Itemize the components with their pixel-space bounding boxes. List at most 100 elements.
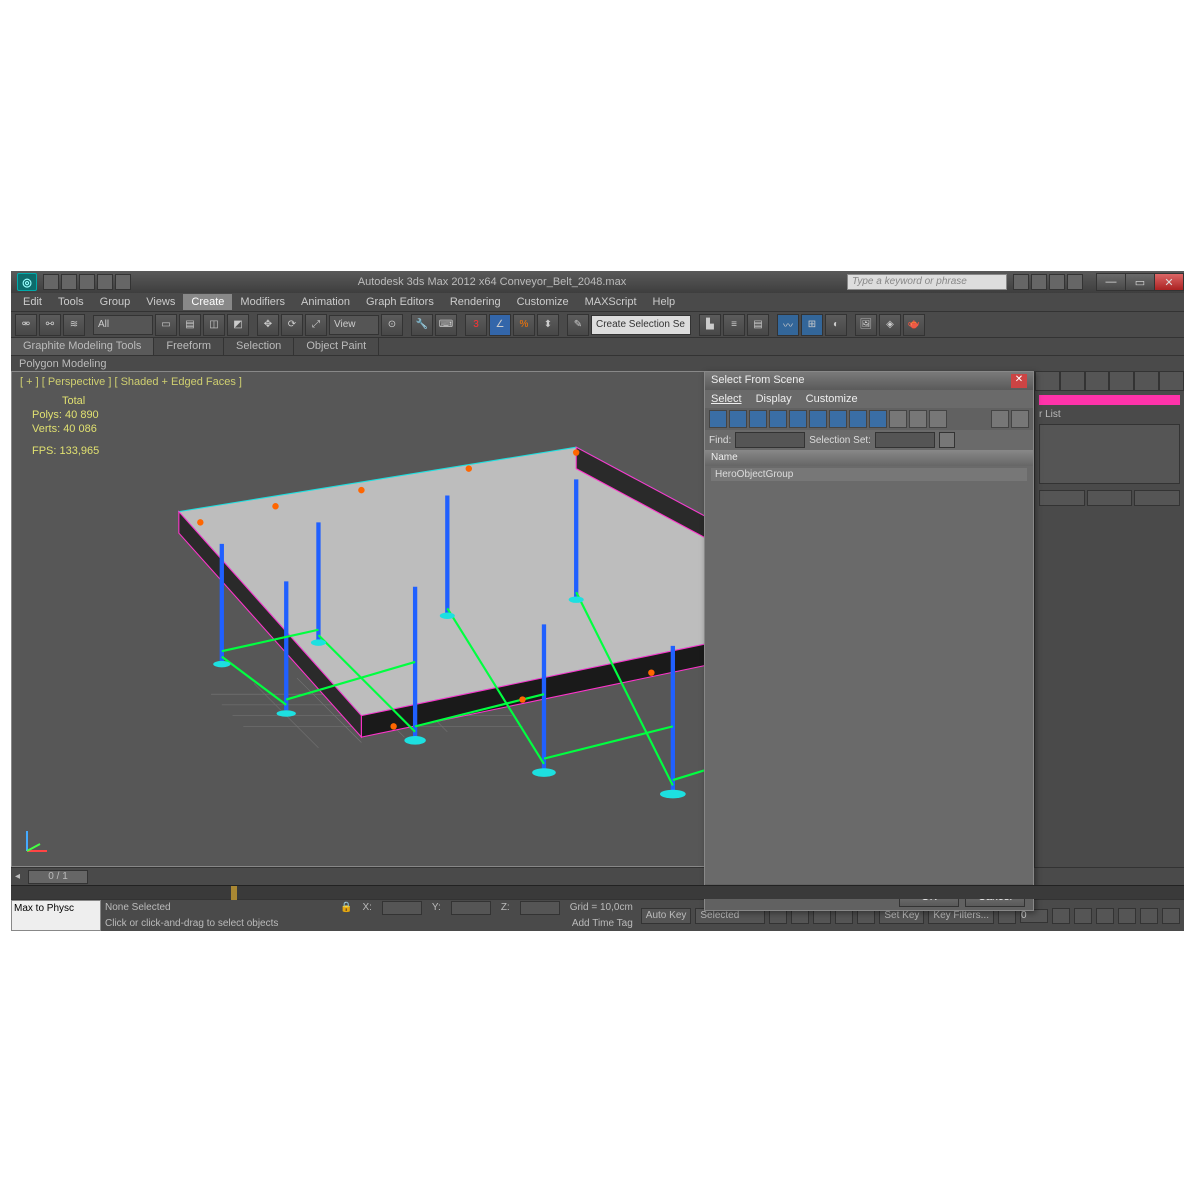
zoom-icon[interactable]	[1096, 908, 1114, 924]
filter-bones-icon[interactable]	[869, 410, 887, 428]
help-icon[interactable]	[1067, 274, 1083, 290]
add-time-tag[interactable]: Add Time Tag	[572, 918, 633, 929]
filter-spacewarps-icon[interactable]	[809, 410, 827, 428]
menu-customize[interactable]: Customize	[509, 294, 577, 310]
hierarchy-tab-icon[interactable]	[1085, 371, 1110, 391]
panel-btn-3[interactable]	[1134, 490, 1180, 506]
coord-x-input[interactable]	[382, 901, 422, 915]
view-list-icon[interactable]	[991, 410, 1009, 428]
snap-3d-icon[interactable]: 3	[465, 314, 487, 336]
curve-editor-icon[interactable]: 〰	[777, 314, 799, 336]
modify-tab-icon[interactable]	[1060, 371, 1085, 391]
align-icon[interactable]: ≡	[723, 314, 745, 336]
menu-modifiers[interactable]: Modifiers	[232, 294, 293, 310]
maximize-button[interactable]: ▭	[1125, 273, 1155, 291]
coord-y-input[interactable]	[451, 901, 491, 915]
track-bar[interactable]	[11, 885, 1184, 899]
render-production-icon[interactable]: 🫖	[903, 314, 925, 336]
close-button[interactable]: ✕	[1154, 273, 1184, 291]
ref-coord-dropdown[interactable]: View	[329, 315, 379, 335]
save-icon[interactable]	[79, 274, 95, 290]
undo-icon[interactable]	[97, 274, 113, 290]
select-link-icon[interactable]: ⚮	[15, 314, 37, 336]
autokey-button[interactable]: Auto Key	[641, 908, 692, 924]
panel-btn-1[interactable]	[1039, 490, 1085, 506]
menu-animation[interactable]: Animation	[293, 294, 358, 310]
percent-snap-icon[interactable]: %	[513, 314, 535, 336]
selection-set-input[interactable]	[875, 432, 935, 448]
window-crossing-icon[interactable]: ◩	[227, 314, 249, 336]
find-input[interactable]	[735, 432, 805, 448]
menu-group[interactable]: Group	[92, 294, 139, 310]
move-icon[interactable]: ✥	[257, 314, 279, 336]
schematic-view-icon[interactable]: ⊞	[801, 314, 823, 336]
keyboard-shortcut-icon[interactable]: ⌨	[435, 314, 457, 336]
new-icon[interactable]	[43, 274, 59, 290]
list-item-label[interactable]: HeroObjectGroup	[715, 469, 793, 480]
selset-btn-icon[interactable]	[939, 432, 955, 448]
time-config-icon[interactable]	[1052, 908, 1070, 924]
star-icon[interactable]	[1031, 274, 1047, 290]
menu-create[interactable]: Create	[183, 294, 232, 310]
select-object-icon[interactable]: ▭	[155, 314, 177, 336]
menu-views[interactable]: Views	[138, 294, 183, 310]
menu-tools[interactable]: Tools	[50, 294, 92, 310]
pivot-icon[interactable]: ⊙	[381, 314, 403, 336]
orbit-icon[interactable]	[1140, 908, 1158, 924]
dialog-close-icon[interactable]: ✕	[1011, 374, 1027, 388]
menu-maxscript[interactable]: MAXScript	[577, 294, 645, 310]
panel-btn-2[interactable]	[1087, 490, 1133, 506]
dialog-menu-display[interactable]: Display	[756, 393, 792, 405]
filter-invert-icon[interactable]	[929, 410, 947, 428]
utilities-tab-icon[interactable]	[1159, 371, 1184, 391]
dialog-column-header[interactable]: Name	[705, 450, 1033, 466]
ribbon-tab-graphite[interactable]: Graphite Modeling Tools	[11, 338, 154, 355]
material-editor-icon[interactable]: ◐	[825, 314, 847, 336]
menu-grapheditors[interactable]: Graph Editors	[358, 294, 442, 310]
filter-geometry-icon[interactable]	[709, 410, 727, 428]
unlink-icon[interactable]: ⚯	[39, 314, 61, 336]
maxscript-listener[interactable]: Max to Physc	[11, 900, 101, 931]
spinner-snap-icon[interactable]: ⬍	[537, 314, 559, 336]
app-logo-icon[interactable]: ◎	[17, 273, 37, 291]
filter-shapes-icon[interactable]	[729, 410, 747, 428]
layer-list[interactable]	[1039, 424, 1180, 484]
create-tab-icon[interactable]	[1035, 371, 1060, 391]
scale-icon[interactable]: ⤢	[305, 314, 327, 336]
named-selection-dropdown[interactable]: Create Selection Se	[591, 315, 691, 335]
view-tree-icon[interactable]	[1011, 410, 1029, 428]
dialog-object-list[interactable]: HeroObjectGroup	[705, 466, 1033, 884]
binoculars-icon[interactable]	[1013, 274, 1029, 290]
filter-all-icon[interactable]	[889, 410, 907, 428]
bind-spacewarp-icon[interactable]: ≋	[63, 314, 85, 336]
edit-named-sel-icon[interactable]: ✎	[567, 314, 589, 336]
maximize-viewport-icon[interactable]	[1162, 908, 1180, 924]
menu-edit[interactable]: Edit	[15, 294, 50, 310]
filter-helpers-icon[interactable]	[789, 410, 807, 428]
timeline-key-marker[interactable]	[231, 886, 237, 900]
ribbon-tab-freeform[interactable]: Freeform	[154, 338, 224, 355]
ribbon-tab-objectpaint[interactable]: Object Paint	[294, 338, 379, 355]
zoom-extents-icon[interactable]	[1074, 908, 1092, 924]
open-icon[interactable]	[61, 274, 77, 290]
selection-filter-dropdown[interactable]: All	[93, 315, 153, 335]
ribbon-tab-selection[interactable]: Selection	[224, 338, 294, 355]
help-search-input[interactable]: Type a keyword or phrase	[847, 274, 1007, 290]
angle-snap-icon[interactable]: ∠	[489, 314, 511, 336]
select-manipulate-icon[interactable]: 🔧	[411, 314, 433, 336]
redo-icon[interactable]	[115, 274, 131, 290]
signin-icon[interactable]	[1049, 274, 1065, 290]
select-region-icon[interactable]: ◫	[203, 314, 225, 336]
rotate-icon[interactable]: ⟳	[281, 314, 303, 336]
filter-none-icon[interactable]	[909, 410, 927, 428]
filter-groups-icon[interactable]	[829, 410, 847, 428]
filter-cameras-icon[interactable]	[769, 410, 787, 428]
layer-manager-icon[interactable]: ▤	[747, 314, 769, 336]
coord-z-input[interactable]	[520, 901, 560, 915]
render-setup-icon[interactable]: 🖼	[855, 314, 877, 336]
mirror-icon[interactable]: ▙	[699, 314, 721, 336]
color-swatch[interactable]	[1039, 395, 1180, 405]
pan-icon[interactable]	[1118, 908, 1136, 924]
display-tab-icon[interactable]	[1134, 371, 1159, 391]
dialog-menu-customize[interactable]: Customize	[806, 393, 858, 405]
